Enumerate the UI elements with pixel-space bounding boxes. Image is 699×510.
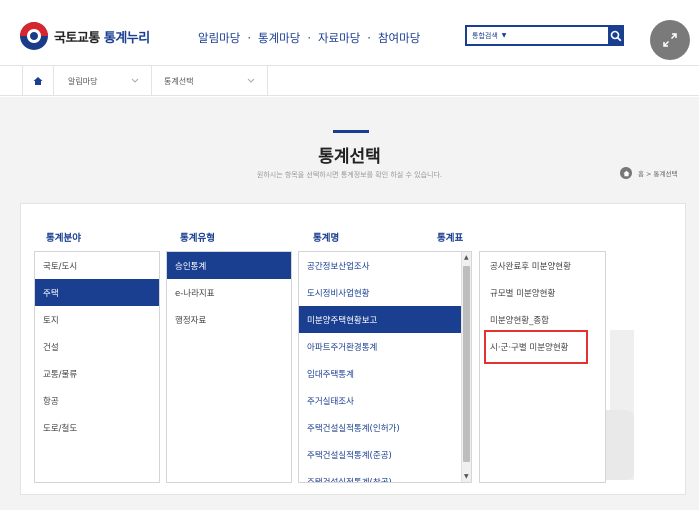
page-title: 통계선택	[318, 147, 381, 167]
site-logo[interactable]: 국토교통 통계누리	[20, 22, 150, 50]
search-input[interactable]	[506, 28, 608, 43]
column-header-table: 통계표	[437, 233, 464, 244]
government-emblem-icon	[20, 22, 48, 50]
list-item[interactable]: 공사완료후 미분양현황	[480, 252, 605, 279]
type-list: 승인통계 e-나라지표 행정자료	[166, 251, 292, 483]
location-path: 홈 > 통계선택	[620, 167, 677, 179]
list-item[interactable]: 주택건설실적통계(착공)	[299, 468, 461, 483]
nav-separator: ·	[247, 31, 251, 45]
list-item[interactable]: 주택건설실적통계(준공)	[299, 441, 461, 468]
breadcrumb-level1-label: 알림마당	[68, 76, 98, 86]
list-item[interactable]: 도시정비사업현황	[299, 279, 461, 306]
breadcrumb-home[interactable]	[22, 66, 54, 96]
nav-separator: ·	[367, 31, 371, 45]
list-item[interactable]: 주택건설실적통계(인허가)	[299, 414, 461, 441]
scroll-up-arrow-icon[interactable]: ▲	[464, 254, 469, 261]
list-item[interactable]: 건설	[35, 333, 159, 360]
list-item[interactable]: 행정자료	[167, 306, 291, 333]
home-icon[interactable]	[620, 167, 632, 179]
list-item[interactable]: 교통/물류	[35, 360, 159, 387]
column-header-type: 통계유형	[180, 233, 215, 244]
title-accent-bar	[333, 130, 369, 133]
list-item[interactable]: 국토/도시	[35, 252, 159, 279]
list-item[interactable]: 도로/철도	[35, 414, 159, 441]
breadcrumb-level2[interactable]: 통계선택	[152, 66, 268, 96]
global-nav: 알림마당 · 통계마당 · 자료마당 · 참여마당	[198, 30, 420, 46]
list-item[interactable]: 항공	[35, 387, 159, 414]
chevron-down-icon	[131, 78, 139, 83]
name-list: 공간정보산업조사 도시정비사업현황 미분양주택현황보고 아파트주거환경통계 임대…	[298, 251, 472, 483]
caret-down-icon: ▼	[501, 32, 507, 39]
scroll-thumb[interactable]	[463, 266, 470, 462]
logo-text: 국토교통 통계누리	[54, 27, 150, 46]
nav-separator: ·	[307, 31, 311, 45]
list-item[interactable]: 시·군·구별 미분양현황	[480, 333, 605, 360]
breadcrumb-level2-label: 통계선택	[164, 76, 194, 86]
list-item[interactable]: 토지	[35, 306, 159, 333]
expand-icon	[663, 33, 677, 47]
list-item[interactable]: e-나라지표	[167, 279, 291, 306]
list-item[interactable]: 아파트주거환경통계	[299, 333, 461, 360]
logo-accent: 통계누리	[103, 30, 150, 46]
scroll-down-arrow-icon[interactable]: ▼	[464, 473, 469, 480]
column-header-field: 통계분야	[46, 233, 81, 244]
site-header: 국토교통 통계누리 알림마당 · 통계마당 · 자료마당 · 참여마당 통합검색…	[0, 0, 699, 66]
search-icon	[610, 30, 622, 41]
search-button[interactable]	[607, 25, 624, 46]
list-item[interactable]: 임대주택통계	[299, 360, 461, 387]
list-item[interactable]: 규모별 미분양현황	[480, 279, 605, 306]
home-icon	[33, 77, 43, 85]
search-scope-label: 통합검색	[472, 31, 498, 40]
search-scope-select[interactable]: 통합검색 ▼	[467, 31, 507, 41]
search-box: 통합검색 ▼	[465, 25, 624, 46]
list-item[interactable]: 주거실태조사	[299, 387, 461, 414]
logo-main: 국토교통	[54, 30, 100, 46]
list-item[interactable]: 공간정보산업조사	[299, 252, 461, 279]
list-item-selected[interactable]: 주택	[35, 279, 159, 306]
column-header-name: 통계명	[313, 233, 340, 244]
field-list: 국토/도시 주택 토지 건설 교통/물류 항공 도로/철도	[34, 251, 160, 483]
nav-item-notice[interactable]: 알림마당	[198, 30, 240, 46]
list-item[interactable]: 미분양현황_종합	[480, 306, 605, 333]
name-list-scrollbar[interactable]: ▲ ▼	[461, 252, 471, 482]
expand-button[interactable]	[650, 20, 690, 60]
location-text: 홈 > 통계선택	[638, 170, 678, 178]
table-list: 공사완료후 미분양현황 규모별 미분양현황 미분양현황_종합 시·군·구별 미분…	[479, 251, 606, 483]
breadcrumb-level1[interactable]: 알림마당	[54, 66, 152, 96]
chevron-down-icon	[247, 78, 255, 83]
list-item-selected[interactable]: 승인통계	[167, 252, 291, 279]
list-item-selected[interactable]: 미분양주택현황보고	[299, 306, 461, 333]
page-description: 원하시는 항목을 선택하시면 통계정보를 확인 하실 수 있습니다.	[256, 171, 443, 179]
nav-item-data[interactable]: 자료마당	[318, 30, 360, 46]
nav-item-participation[interactable]: 참여마당	[378, 30, 420, 46]
nav-item-statistics[interactable]: 통계마당	[258, 30, 300, 46]
